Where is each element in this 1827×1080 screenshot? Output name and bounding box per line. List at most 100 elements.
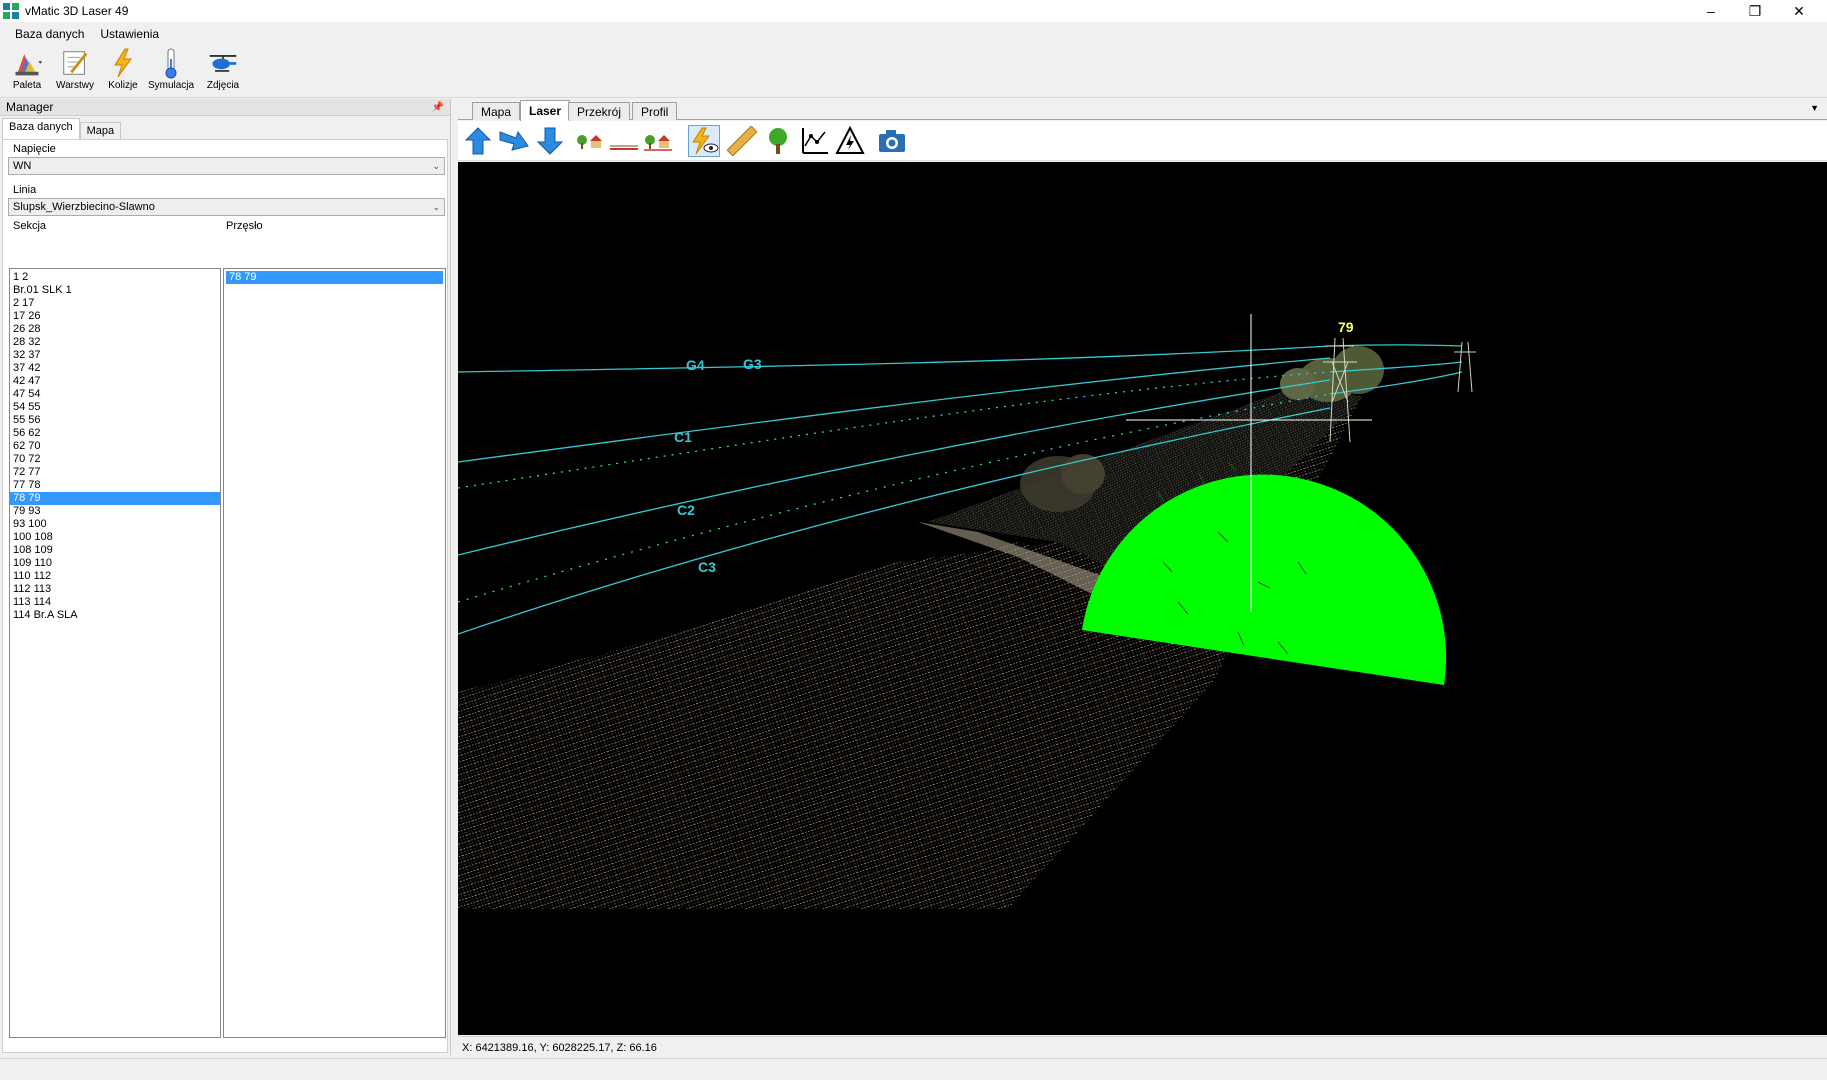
power-line-wire xyxy=(458,345,1331,373)
napiecie-value: WN xyxy=(13,160,32,172)
trees-houses-2-icon[interactable] xyxy=(642,125,674,157)
arrow-up-icon[interactable] xyxy=(462,125,494,157)
arrow-forward-icon[interactable] xyxy=(498,125,530,157)
manager-header: Manager 📌 xyxy=(0,99,450,116)
tree-icon[interactable] xyxy=(762,125,794,157)
paleta-label: Paleta xyxy=(12,80,42,91)
sekcja-list-item[interactable]: 47 54 xyxy=(10,388,220,401)
linia-value: Slupsk_Wierzbiecino-Slawno xyxy=(13,201,155,213)
napiecie-select[interactable]: WN ⌄ xyxy=(8,157,445,175)
title-bar: vMatic 3D Laser 49 – ❐ ✕ xyxy=(0,0,1827,22)
tab-profil[interactable]: Profil xyxy=(632,102,678,120)
app-logo-icon xyxy=(3,3,19,19)
coordinate-readout: X: 6421389.16, Y: 6028225.17, Z: 66.16 xyxy=(458,1036,1827,1056)
sekcja-list-item[interactable]: 100 108 xyxy=(10,531,220,544)
przeslo-list-item[interactable]: 78 79 xyxy=(226,271,443,284)
ruler-icon[interactable] xyxy=(726,125,758,157)
layers-icon xyxy=(60,46,90,80)
sekcja-list-item[interactable]: 112 113 xyxy=(10,583,220,596)
ribbon-toolbar: Paleta Warstwy Kolizje Symulacja Zdjęcia xyxy=(0,46,1827,96)
warstwy-button[interactable]: Warstwy xyxy=(56,46,94,96)
palette-icon xyxy=(12,46,42,80)
sekcja-list-item[interactable]: 110 112 xyxy=(10,570,220,583)
sekcja-list[interactable]: 1 2 Br.01 SLK 12 17 17 26 26 28 28 32 32 37 37… xyxy=(9,268,221,1038)
ground-line-icon[interactable] xyxy=(608,125,640,157)
sekcja-list-item[interactable]: 28 32 xyxy=(10,336,220,349)
tower-label: 79 xyxy=(1338,319,1354,335)
menu-baza-danych[interactable]: Baza danych xyxy=(7,27,92,41)
sekcja-list-item[interactable]: 93 100 xyxy=(10,518,220,531)
point-cloud-canvas[interactable]: 79 G4 G3 C1 C2 C3 xyxy=(458,162,1827,1035)
status-bar xyxy=(0,1058,1827,1080)
kolizje-button[interactable]: Kolizje xyxy=(104,46,142,96)
restore-button[interactable]: ❐ xyxy=(1733,0,1777,22)
sekcja-list-item[interactable]: 108 109 xyxy=(10,544,220,557)
pin-icon[interactable]: 📌 xyxy=(432,102,444,113)
sekcja-list-item[interactable]: 54 55 xyxy=(10,401,220,414)
sekcja-list-item[interactable]: 70 72 xyxy=(10,453,220,466)
tab-mapa[interactable]: Mapa xyxy=(79,122,122,139)
tab-przekroj[interactable]: Przekrój xyxy=(568,102,631,120)
sekcja-list-item[interactable]: 113 114 xyxy=(10,596,220,609)
wire-label: C2 xyxy=(677,502,695,518)
high-voltage-icon[interactable] xyxy=(834,125,866,157)
sekcja-list-item[interactable]: 26 28 xyxy=(10,323,220,336)
tab-mapa-view[interactable]: Mapa xyxy=(472,102,521,120)
sekcja-label: Sekcja xyxy=(13,220,47,232)
viewer-toolbar xyxy=(458,121,1827,161)
sekcja-list-item[interactable]: 79 93 xyxy=(10,505,220,518)
lightning-eye-icon[interactable] xyxy=(688,125,720,157)
symulacja-label: Symulacja xyxy=(147,80,195,91)
viewer-tabs: Mapa Laser Przekrój Profil ▼ xyxy=(458,99,1827,121)
zdjecia-button[interactable]: Zdjęcia xyxy=(204,46,242,96)
sekcja-list-item[interactable]: Br.01 SLK 1 xyxy=(10,284,220,297)
warstwy-label: Warstwy xyxy=(56,80,94,91)
minimize-button[interactable]: – xyxy=(1689,0,1733,22)
wire-label: G3 xyxy=(743,356,762,372)
laser-viewer: Mapa Laser Przekrój Profil ▼ 79 G4 G3 C1… xyxy=(458,99,1827,1056)
zdjecia-label: Zdjęcia xyxy=(206,80,240,91)
menu-ustawienia[interactable]: Ustawienia xyxy=(92,27,167,41)
close-button[interactable]: ✕ xyxy=(1777,0,1821,22)
sekcja-list-item[interactable]: 1 2 xyxy=(10,271,220,284)
sekcja-list-item[interactable]: 72 77 xyxy=(10,466,220,479)
przeslo-list[interactable]: 78 79 xyxy=(223,268,446,1038)
wire-label: C3 xyxy=(698,559,716,575)
kolizje-label: Kolizje xyxy=(108,80,138,91)
transmission-tower-far xyxy=(1454,341,1476,393)
arrow-down-icon[interactable] xyxy=(534,125,566,157)
sekcja-list-item[interactable]: 37 42 xyxy=(10,362,220,375)
sekcja-list-item[interactable]: 77 78 xyxy=(10,479,220,492)
sekcja-list-item[interactable]: 55 56 xyxy=(10,414,220,427)
sekcja-list-item[interactable]: 17 26 xyxy=(10,310,220,323)
tab-dropdown-icon[interactable]: ▼ xyxy=(1810,103,1819,113)
sekcja-list-item[interactable]: 62 70 xyxy=(10,440,220,453)
paleta-button[interactable]: Paleta xyxy=(8,46,46,96)
window-title: vMatic 3D Laser 49 xyxy=(25,4,129,18)
ground-near xyxy=(458,542,1178,909)
trees-houses-icon[interactable] xyxy=(574,125,606,157)
manager-panel: Manager 📌 Baza danych Mapa Napięcie WN ⌄… xyxy=(0,99,451,1055)
symulacja-button[interactable]: Symulacja xyxy=(148,46,194,96)
helicopter-icon xyxy=(208,46,238,80)
menu-bar: Baza danych Ustawienia xyxy=(0,24,167,44)
tab-laser[interactable]: Laser xyxy=(520,100,571,121)
linia-select[interactable]: Slupsk_Wierzbiecino-Slawno ⌄ xyxy=(8,198,445,216)
sekcja-list-item[interactable]: 42 47 xyxy=(10,375,220,388)
profile-chart-icon[interactable] xyxy=(798,125,830,157)
sekcja-list-item[interactable]: 78 79 xyxy=(10,492,220,505)
sekcja-list-item[interactable]: 114 Br.A SLA xyxy=(10,609,220,622)
sekcja-list-item[interactable]: 109 110 xyxy=(10,557,220,570)
manager-tabs: Baza danych Mapa xyxy=(0,117,450,139)
linia-label: Linia xyxy=(13,184,37,196)
napiecie-label: Napięcie xyxy=(13,143,56,155)
manager-title: Manager xyxy=(6,100,54,114)
ribbon-separator xyxy=(0,97,1827,98)
camera-icon[interactable] xyxy=(876,125,908,157)
sekcja-list-item[interactable]: 56 62 xyxy=(10,427,220,440)
lightning-icon xyxy=(108,46,138,80)
tab-baza-danych[interactable]: Baza danych xyxy=(2,118,80,139)
wire-label: G4 xyxy=(686,357,705,373)
sekcja-list-item[interactable]: 2 17 xyxy=(10,297,220,310)
sekcja-list-item[interactable]: 32 37 xyxy=(10,349,220,362)
